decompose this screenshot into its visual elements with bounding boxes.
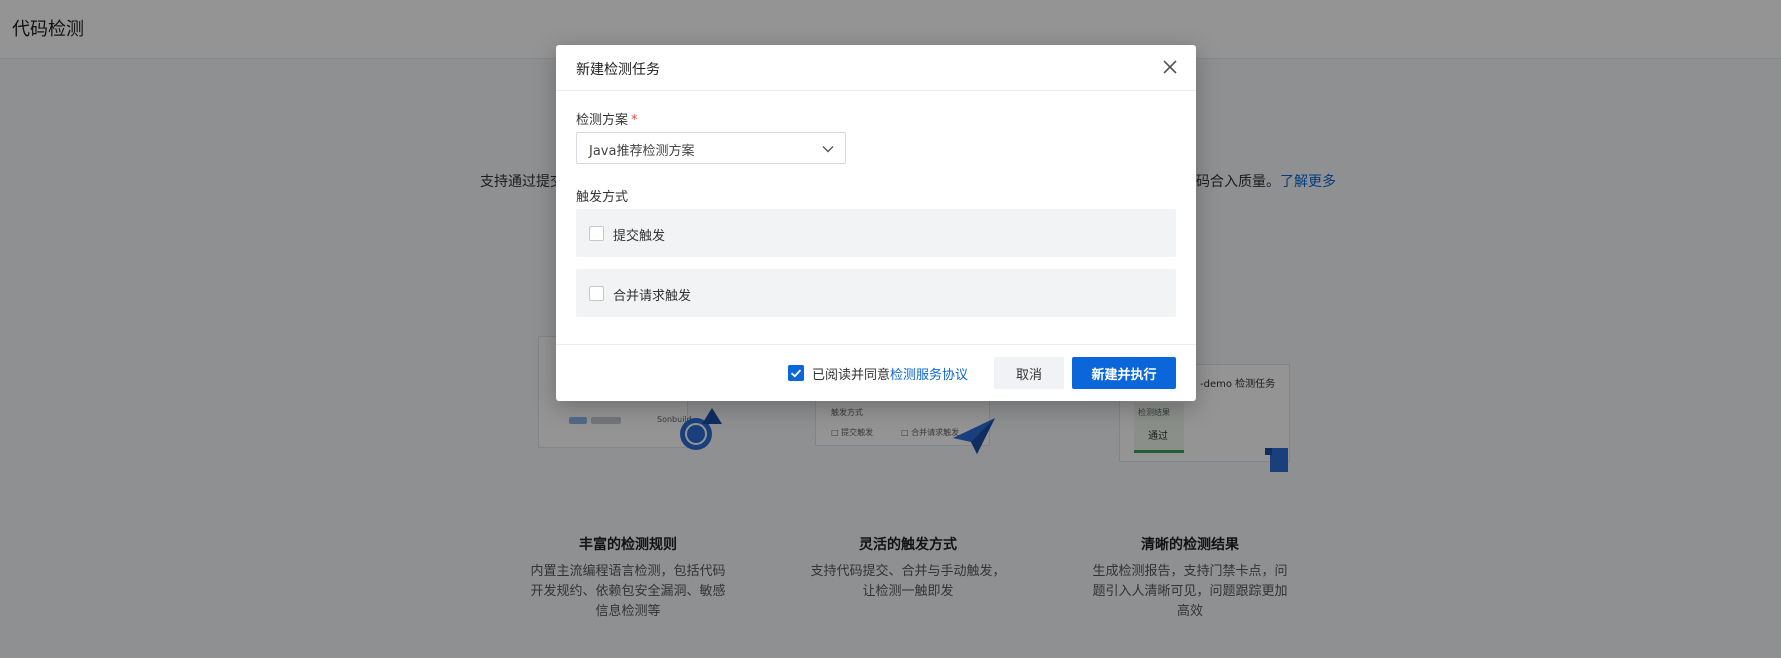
agree-text: 已阅读并同意检测服务协议 <box>812 368 969 383</box>
close-icon[interactable] <box>1160 57 1180 77</box>
dialog-title: 新建检测任务 <box>576 62 660 78</box>
new-task-dialog: 新建检测任务 检测方案 * Java推荐检测方案 触发方式 提交触发 合并请求触发… <box>556 45 1196 401</box>
chevron-down-icon <box>822 146 834 153</box>
merge-request-trigger-checkbox[interactable] <box>589 286 604 301</box>
service-agreement-link[interactable]: 检测服务协议 <box>890 368 968 383</box>
create-and-run-button[interactable]: 新建并执行 <box>1072 357 1176 389</box>
scheme-select[interactable]: Java推荐检测方案 <box>576 132 846 164</box>
cancel-button[interactable]: 取消 <box>994 357 1064 389</box>
agree-checkbox[interactable] <box>788 365 804 381</box>
trigger-option-label: 合并请求触发 <box>613 289 692 304</box>
dialog-header: 新建检测任务 <box>556 45 1196 91</box>
trigger-label: 触发方式 <box>576 190 629 205</box>
trigger-option-label: 提交触发 <box>613 229 666 244</box>
dialog-footer: 已阅读并同意检测服务协议 取消 新建并执行 <box>556 344 1196 401</box>
trigger-option-merge-request[interactable]: 合并请求触发 <box>576 269 1176 317</box>
commit-trigger-checkbox[interactable] <box>589 226 604 241</box>
trigger-option-commit[interactable]: 提交触发 <box>576 209 1176 257</box>
required-mark: * <box>631 113 638 128</box>
scheme-label: 检测方案 * <box>576 113 638 128</box>
scheme-select-value: Java推荐检测方案 <box>589 144 695 159</box>
